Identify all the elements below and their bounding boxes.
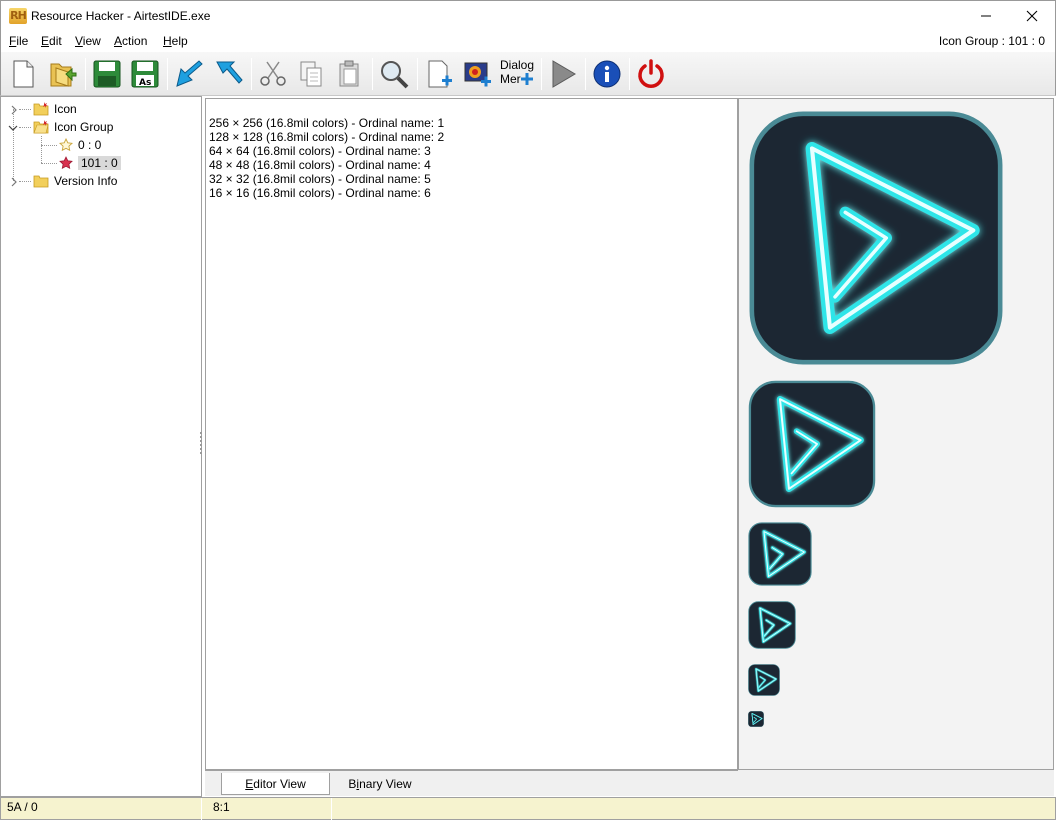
editor-line: 256 × 256 (16.8mil colors) - Ordinal nam…	[209, 116, 445, 130]
exit-button[interactable]	[633, 56, 669, 92]
editor-line: 16 × 16 (16.8mil colors) - Ordinal name:…	[209, 186, 431, 200]
close-button[interactable]	[1009, 1, 1055, 31]
paste-button[interactable]	[331, 56, 367, 92]
add-blank-resource-icon	[428, 60, 452, 88]
collapse-chevron-icon[interactable]	[8, 123, 18, 133]
save-as-button[interactable]: As	[127, 56, 163, 92]
info-icon	[593, 60, 621, 88]
app-icon-preview-16	[748, 711, 764, 727]
title-bar: RH Resource Hacker - AirtestIDE.exe	[0, 0, 1056, 30]
resource-tree: Icon Icon Group 0 : 0 101 : 0 Version In…	[0, 96, 202, 797]
resource-hacker-logo-icon: RH	[9, 8, 27, 24]
dialog-menu-label-line2: Mer	[500, 72, 521, 86]
save-icon	[93, 60, 121, 88]
svg-text:As: As	[139, 78, 151, 88]
back-button[interactable]	[171, 56, 207, 92]
editor-line: 128 × 128 (16.8mil colors) - Ordinal nam…	[209, 130, 445, 144]
folder-icon	[33, 102, 49, 116]
arrow-forward-icon	[216, 61, 243, 84]
status-position: 5A / 0	[7, 800, 38, 814]
tree-item-0-0[interactable]: 0 : 0	[59, 136, 101, 154]
power-icon	[638, 59, 664, 88]
editor-line: 32 × 32 (16.8mil colors) - Ordinal name:…	[209, 172, 431, 186]
editor-line: 48 × 48 (16.8mil colors) - Ordinal name:…	[209, 158, 431, 172]
menu-action[interactable]: Action	[114, 34, 147, 48]
new-button[interactable]	[5, 56, 41, 92]
maximize-button[interactable]	[962, 0, 1008, 30]
star-filled-icon	[59, 156, 73, 170]
open-folder-icon	[33, 120, 49, 134]
play-icon	[552, 60, 576, 88]
menu-edit[interactable]: Edit	[41, 34, 62, 48]
forward-button[interactable]	[210, 56, 246, 92]
add-image-icon	[464, 62, 491, 87]
tree-item-icon-group[interactable]: Icon Group	[33, 118, 113, 136]
editor-line: 64 × 64 (16.8mil colors) - Ordinal name:…	[209, 144, 431, 158]
scissors-icon	[260, 61, 286, 86]
dialog-menu-label-line1: Dialog	[500, 58, 535, 72]
copy-button[interactable]	[293, 56, 329, 92]
paste-icon	[339, 60, 359, 87]
editor-text: 256 × 256 (16.8mil colors) - Ordinal nam…	[209, 116, 444, 200]
star-outline-icon	[59, 138, 73, 152]
new-file-icon	[13, 60, 34, 88]
app-icon-preview-48	[748, 601, 796, 649]
icon-preview-pane	[738, 98, 1054, 770]
app-icon-preview-64	[748, 522, 812, 586]
menu-view[interactable]: View	[75, 34, 101, 48]
app-icon-preview-256	[748, 110, 1004, 366]
copy-icon	[300, 61, 322, 87]
magnifier-icon	[381, 61, 409, 89]
pane-splitter[interactable]	[200, 430, 203, 460]
close-icon	[1026, 10, 1038, 22]
toolbar: As Dialog Mer	[0, 52, 1056, 96]
folder-icon	[33, 175, 49, 188]
app-icon-preview-32	[748, 664, 780, 696]
status-bar: 5A / 0 8:1	[0, 797, 1056, 820]
expand-chevron-icon[interactable]	[9, 105, 19, 115]
tree-item-version-info[interactable]: Version Info	[33, 172, 117, 190]
menu-bar: File Edit View Action Help Icon Group : …	[0, 30, 1056, 52]
add-resource-button[interactable]	[421, 56, 457, 92]
app-icon-preview-128	[748, 380, 876, 508]
tab-binary-view[interactable]: Bi nary View	[331, 773, 429, 795]
compile-run-button[interactable]	[545, 56, 581, 92]
window-title: Resource Hacker - AirtestIDE.exe	[31, 9, 211, 23]
tree-item-101-0[interactable]: 101 : 0	[59, 154, 121, 172]
view-tabs: Editor View Bi nary View	[205, 770, 738, 796]
status-cursor: 8:1	[213, 800, 230, 814]
preview-footer	[738, 770, 1054, 796]
expand-chevron-icon[interactable]	[9, 177, 19, 187]
open-button[interactable]	[44, 56, 80, 92]
menu-file[interactable]: File	[9, 34, 28, 48]
save-button[interactable]	[89, 56, 125, 92]
resource-status: Icon Group : 101 : 0	[938, 34, 1045, 48]
about-button[interactable]	[589, 56, 625, 92]
add-image-resource-button[interactable]	[460, 56, 496, 92]
find-button[interactable]	[376, 56, 412, 92]
tree-item-icon[interactable]: Icon	[33, 100, 77, 118]
arrow-back-icon	[176, 60, 203, 87]
save-as-icon: As	[131, 60, 159, 88]
dialog-menu-button[interactable]: Dialog Mer	[500, 58, 534, 86]
tab-editor-view[interactable]: Editor View	[221, 773, 330, 795]
add-plus-icon	[520, 73, 533, 85]
editor-pane[interactable]: 256 × 256 (16.8mil colors) - Ordinal nam…	[205, 98, 738, 770]
open-folder-icon	[50, 63, 77, 87]
cut-button[interactable]	[255, 56, 291, 92]
menu-help[interactable]: Help	[163, 34, 188, 48]
